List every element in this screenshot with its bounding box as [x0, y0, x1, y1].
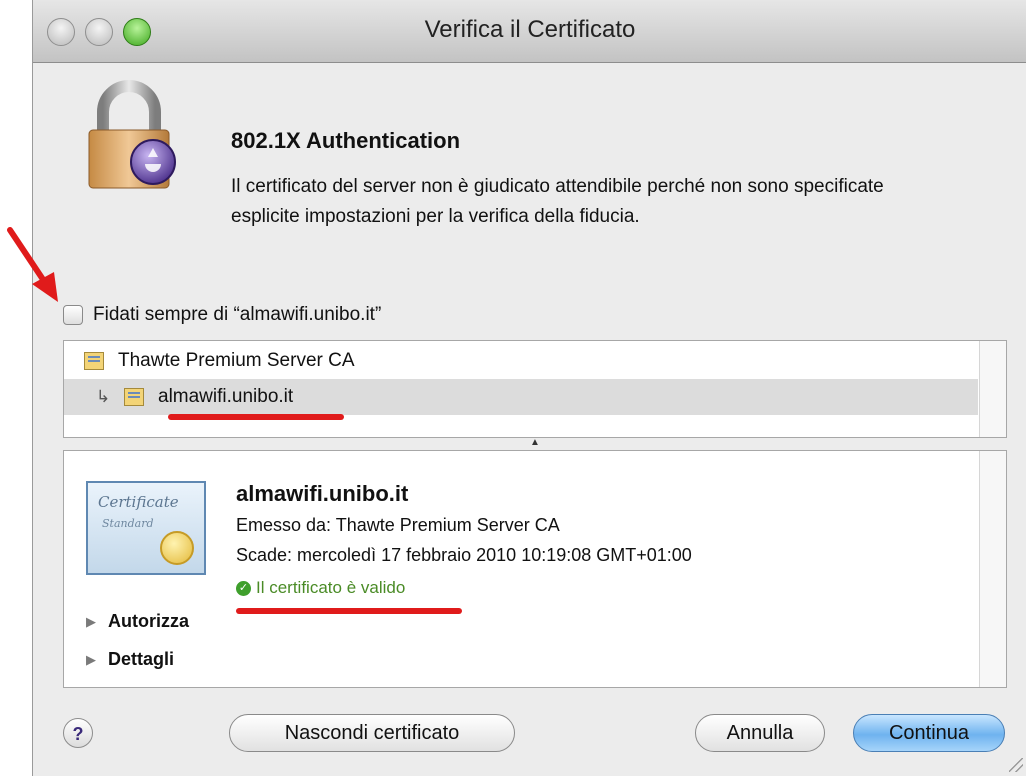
annotation-underline [168, 414, 344, 420]
check-circle-icon: ✓ [236, 580, 251, 596]
always-trust-row[interactable]: Fidati sempre di “almawifi.unibo.it” [63, 302, 381, 328]
disclosure-triangle-icon: ▶ [86, 613, 96, 629]
resize-grip[interactable] [1009, 758, 1023, 772]
certificate-detail-panel: Certificate Standard almawifi.unibo.it E… [63, 450, 1007, 688]
seal-icon [160, 531, 194, 565]
certificate-dialog: Verifica il Certificato 802.1X Authentic… [32, 0, 1026, 776]
annotation-underline [236, 608, 462, 614]
certificate-name: almawifi.unibo.it [236, 481, 409, 506]
certificate-icon [84, 352, 104, 370]
badge-subtitle: Standard [102, 517, 154, 530]
split-handle[interactable]: ▲ [63, 436, 1007, 450]
window-title: Verifica il Certificato [424, 16, 636, 43]
trust-settings-disclosure[interactable]: ▶ Autorizza [86, 611, 189, 632]
annotation-arrow-icon [7, 227, 58, 302]
chain-item-label: almawifi.unibo.it [158, 386, 294, 407]
chain-item-leaf[interactable]: ↳ almawifi.unibo.it [64, 379, 978, 415]
disclosure-label: Dettagli [108, 649, 175, 669]
child-arrow-icon: ↳ [96, 387, 111, 406]
hide-certificate-button[interactable]: Nascondi certificato [229, 714, 515, 752]
certificate-issuer: Emesso da: Thawte Premium Server CA [236, 515, 560, 535]
lock-icon [88, 80, 176, 189]
certificate-badge-icon: Certificate Standard [86, 481, 206, 575]
chain-item-root[interactable]: Thawte Premium Server CA [64, 343, 978, 379]
details-disclosure[interactable]: ▶ Dettagli [86, 649, 174, 670]
certificate-icon [124, 388, 144, 406]
chain-item-label: Thawte Premium Server CA [118, 350, 355, 371]
validity-text: Il certificato è valido [256, 578, 406, 597]
disclosure-label: Autorizza [108, 611, 189, 631]
validity-status: ✓ Il certificato è valido [236, 578, 405, 598]
dialog-message: Il certificato del server non è giudicat… [231, 176, 884, 227]
dialog-heading: 802.1X Authentication [231, 128, 461, 153]
cancel-button[interactable]: Annulla [695, 714, 825, 752]
help-button[interactable]: ? [63, 718, 93, 748]
detail-scrollbar[interactable] [979, 451, 1006, 687]
always-trust-label: Fidati sempre di “almawifi.unibo.it” [93, 304, 382, 325]
certificate-expiry: Scade: mercoledì 17 febbraio 2010 10:19:… [236, 545, 692, 565]
continue-button[interactable]: Continua [853, 714, 1005, 752]
disclosure-triangle-icon: ▶ [86, 651, 96, 667]
certificate-chain-list: Thawte Premium Server CA ↳ almawifi.unib… [63, 340, 1007, 438]
chain-scrollbar[interactable] [979, 341, 1006, 437]
title-bar: Verifica il Certificato [33, 0, 1026, 63]
always-trust-checkbox[interactable] [63, 305, 83, 325]
badge-title: Certificate [98, 493, 179, 511]
